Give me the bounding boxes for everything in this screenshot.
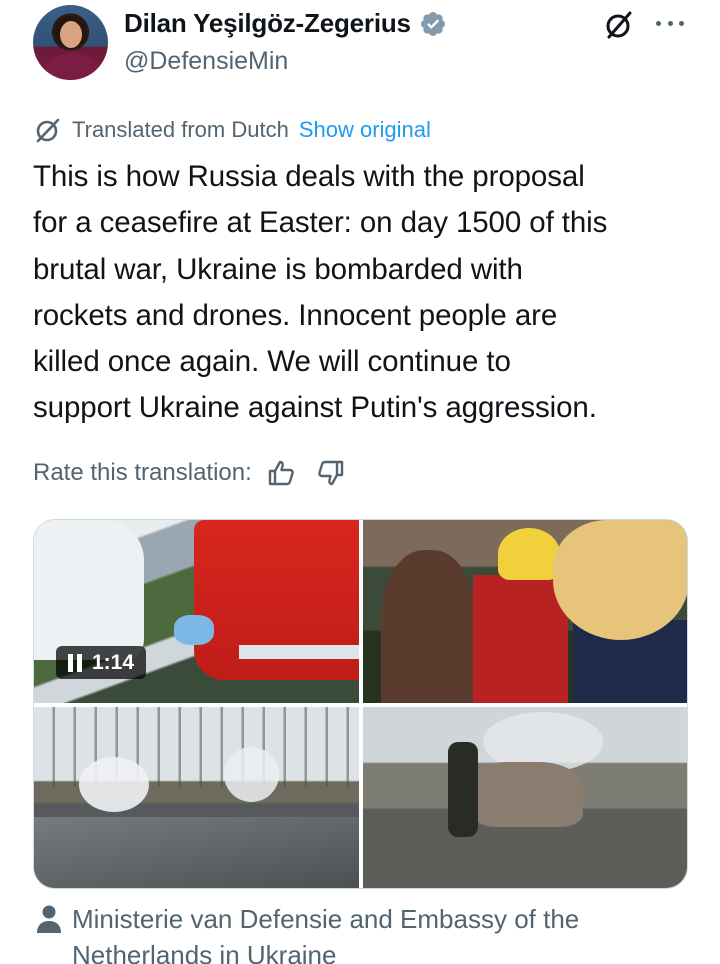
tweet-line: support Ukraine against Putin's aggressi… xyxy=(33,391,597,425)
photo-shape xyxy=(448,742,478,837)
media-photo-3[interactable] xyxy=(34,707,359,888)
tweet-line: brutal war, Ukraine is bombarded with xyxy=(33,252,523,286)
author-name[interactable]: Dilan Yeşilgöz-Zegerius xyxy=(124,8,411,39)
media-photo-2[interactable] xyxy=(363,520,687,703)
translate-icon xyxy=(36,118,60,143)
photo-shape xyxy=(174,615,214,645)
photo-shape xyxy=(239,645,359,659)
photo-shape xyxy=(381,550,476,703)
photo-shape xyxy=(224,747,279,802)
tagged-line: Ministerie van Defensie and Embassy of t… xyxy=(72,904,580,934)
author-name-row: Dilan Yeşilgöz-Zegerius xyxy=(124,8,447,39)
photo-shape xyxy=(79,757,149,812)
rate-label: Rate this translation: xyxy=(33,459,252,486)
photo-shape xyxy=(553,520,687,640)
thumbs-down-icon[interactable] xyxy=(316,458,346,488)
tweet-line: rockets and drones. Innocent people are xyxy=(33,298,558,332)
tweet-line: for a ceasefire at Easter: on day 1500 o… xyxy=(33,206,608,240)
author-avatar[interactable] xyxy=(33,5,108,80)
tweet-line: This is how Russia deals with the propos… xyxy=(33,160,585,193)
tweet-line: killed once again. We will continue to xyxy=(33,345,511,379)
translated-label: Translated from Dutch xyxy=(72,117,289,142)
photo-shape xyxy=(34,817,359,888)
tagged-people-text: Ministerie van Defensie and Embassy of t… xyxy=(72,901,579,964)
tweet-text: This is how Russia deals with the propos… xyxy=(33,154,693,432)
show-original-link[interactable]: Show original xyxy=(299,117,431,143)
author-handle[interactable]: @DefensieMin xyxy=(124,47,288,76)
thumbs-up-icon[interactable] xyxy=(266,458,296,488)
more-dot xyxy=(679,20,684,26)
tagged-line: Netherlands in Ukraine xyxy=(72,940,337,964)
media-grid[interactable]: 1:14 xyxy=(33,519,688,889)
more-icon[interactable] xyxy=(654,10,686,36)
video-duration-badge[interactable]: 1:14 xyxy=(56,646,147,679)
tagged-people-row[interactable]: Ministerie van Defensie and Embassy of t… xyxy=(36,901,676,964)
photo-shape xyxy=(473,575,568,703)
photo-shape xyxy=(34,520,144,660)
video-duration: 1:14 xyxy=(92,650,135,674)
media-photo-4[interactable] xyxy=(363,707,687,888)
more-dot xyxy=(656,20,661,26)
translation-row: Translated from Dutch Show original xyxy=(34,116,431,144)
video-thumbnail[interactable]: 1:14 xyxy=(34,520,359,703)
avatar-body xyxy=(41,53,101,80)
photo-shape xyxy=(498,528,560,580)
person-icon xyxy=(37,905,61,933)
pause-icon xyxy=(68,653,82,672)
rate-translation-row: Rate this translation: xyxy=(33,458,346,488)
grok-icon[interactable] xyxy=(603,9,635,41)
photo-shape xyxy=(473,762,583,827)
avatar-face xyxy=(60,21,82,48)
more-dot xyxy=(667,20,673,26)
verified-badge-icon[interactable] xyxy=(419,10,447,38)
